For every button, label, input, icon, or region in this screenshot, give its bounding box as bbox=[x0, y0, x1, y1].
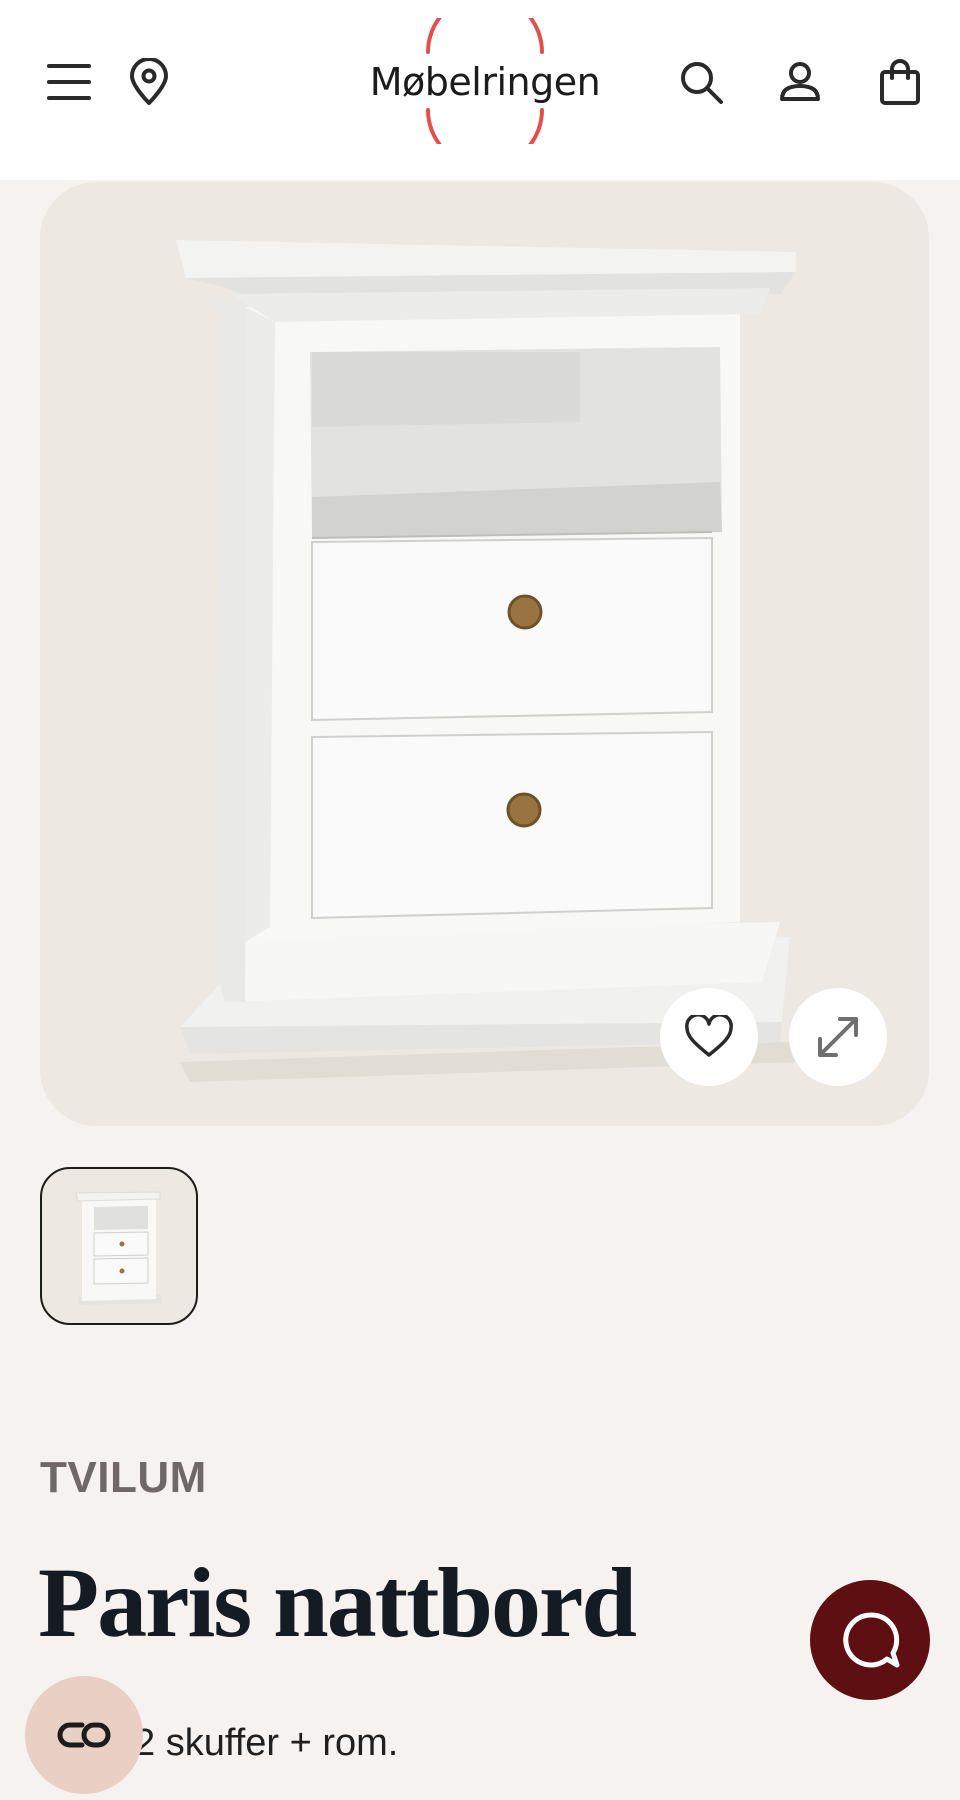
expand-icon bbox=[818, 1017, 858, 1057]
location-pin-icon bbox=[130, 58, 168, 105]
accessibility-button[interactable] bbox=[25, 1676, 143, 1794]
site-logo[interactable]: Møbelringen bbox=[355, 18, 615, 144]
add-to-wishlist-button[interactable] bbox=[660, 988, 758, 1086]
gallery-thumbnail[interactable] bbox=[40, 1167, 198, 1325]
product-title: Paris nattbord bbox=[38, 1547, 637, 1658]
product-brand[interactable]: TVILUM bbox=[40, 1453, 207, 1503]
logo-wordmark: Møbelringen bbox=[369, 60, 601, 104]
product-short-description: 2 skuffer + rom. bbox=[134, 1722, 399, 1764]
account-icon bbox=[780, 62, 820, 101]
store-locator-button[interactable] bbox=[113, 46, 185, 118]
chat-icon bbox=[843, 1612, 900, 1668]
product-image-gallery[interactable] bbox=[40, 182, 929, 1126]
accessibility-icon bbox=[57, 1722, 111, 1748]
chat-button[interactable] bbox=[810, 1580, 930, 1700]
site-header: Møbelringen bbox=[0, 0, 960, 180]
heart-icon bbox=[685, 1015, 733, 1057]
account-button[interactable] bbox=[764, 46, 836, 118]
shopping-bag-icon bbox=[880, 59, 920, 105]
menu-button[interactable] bbox=[33, 46, 105, 118]
expand-image-button[interactable] bbox=[789, 988, 887, 1086]
search-button[interactable] bbox=[665, 46, 737, 118]
cart-button[interactable] bbox=[864, 46, 936, 118]
menu-icon bbox=[47, 64, 91, 100]
search-icon bbox=[681, 62, 723, 104]
product-image bbox=[176, 240, 800, 1082]
thumbnail-image bbox=[75, 1191, 162, 1305]
